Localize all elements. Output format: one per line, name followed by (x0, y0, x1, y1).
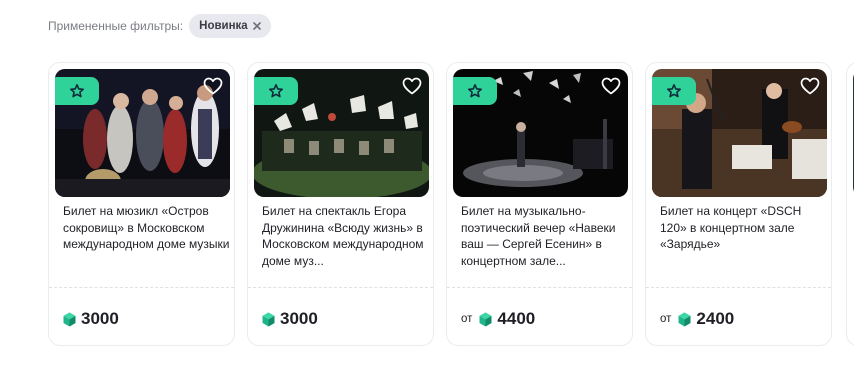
price-prefix: от (461, 313, 473, 325)
product-card[interactable]: Билет на концерт «DSCH 120» в концертном… (645, 62, 832, 346)
price-value: 2400 (696, 309, 735, 328)
product-image[interactable] (254, 69, 429, 197)
product-image[interactable] (652, 69, 827, 197)
heart-icon (601, 77, 621, 95)
gem-icon (678, 312, 691, 326)
star-icon (269, 84, 283, 98)
applied-filters-label: Примененные фильтры: (48, 19, 184, 33)
product-title[interactable]: Билет на музыкально-поэтический вечер «Н… (461, 203, 629, 269)
product-price: от 2400 (660, 309, 734, 329)
product-price: от 4400 (461, 309, 535, 329)
card-divider (646, 287, 831, 288)
product-title[interactable]: Билет на концерт «DSCH 120» в концертном… (660, 203, 828, 253)
price-prefix: от (660, 313, 672, 325)
star-icon (70, 84, 84, 98)
gem-icon (479, 312, 492, 326)
new-badge (254, 77, 298, 105)
product-card[interactable]: Билет на спектакль Егора Дружинина «Всюд… (247, 62, 434, 346)
star-icon (667, 84, 681, 98)
price-value: 3000 (280, 309, 318, 328)
product-title[interactable]: Билет на мюзикл «Остров сокровищ» в Моск… (63, 203, 231, 253)
close-icon[interactable] (251, 20, 263, 32)
favorite-button[interactable] (401, 75, 423, 97)
star-icon (468, 84, 482, 98)
product-list: Билет на мюзикл «Остров сокровищ» в Моск… (48, 62, 832, 346)
card-divider (49, 287, 234, 288)
card-divider (447, 287, 632, 288)
product-card-partial[interactable] (846, 62, 854, 346)
heart-icon (402, 77, 422, 95)
price-value: 4400 (497, 309, 536, 328)
filter-chip-novinka[interactable]: Новинка (189, 14, 271, 38)
filter-chip-label: Новинка (199, 20, 248, 32)
favorite-button[interactable] (600, 75, 622, 97)
card-divider (248, 287, 433, 288)
favorite-button[interactable] (202, 75, 224, 97)
favorite-button[interactable] (799, 75, 821, 97)
new-badge (55, 77, 99, 105)
applied-filters: Примененные фильтры: Новинка (48, 14, 271, 38)
product-image[interactable] (55, 69, 230, 197)
new-badge (453, 77, 497, 105)
heart-icon (800, 77, 820, 95)
new-badge (652, 77, 696, 105)
price-value: 3000 (81, 309, 119, 328)
gem-icon (262, 312, 275, 326)
product-price: 3000 (63, 309, 119, 329)
product-card[interactable]: Билет на музыкально-поэтический вечер «Н… (446, 62, 633, 346)
product-title[interactable]: Билет на спектакль Егора Дружинина «Всюд… (262, 203, 430, 269)
product-image[interactable] (453, 69, 628, 197)
gem-icon (63, 312, 76, 326)
product-price: 3000 (262, 309, 318, 329)
heart-icon (203, 77, 223, 95)
product-card[interactable]: Билет на мюзикл «Остров сокровищ» в Моск… (48, 62, 235, 346)
